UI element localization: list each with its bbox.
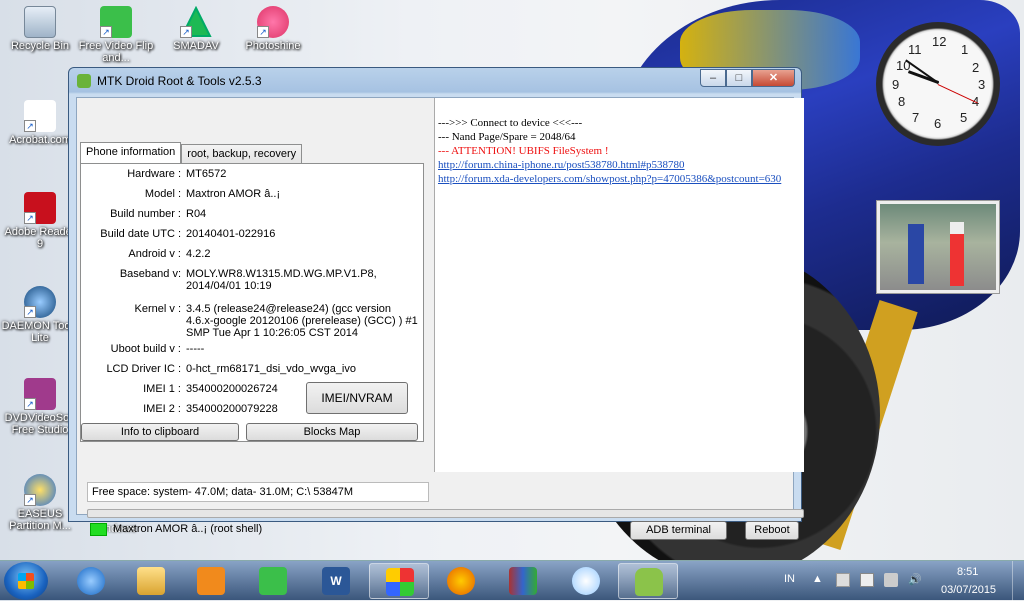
progress-bar xyxy=(87,509,804,518)
taskbar-paint[interactable] xyxy=(556,563,616,599)
imei-nvram-button[interactable]: IMEI/NVRAM xyxy=(306,382,408,414)
taskbar: W IN ▲ 🔊 8:51 03/07/2015 xyxy=(0,560,1024,601)
system-tray: IN ▲ 🔊 8:51 03/07/2015 xyxy=(780,561,1024,601)
volume-icon[interactable]: 🔊 xyxy=(908,573,922,587)
baseband-value: MOLY.WR8.W1315.MD.WG.MP.V1.P8, 2014/04/0… xyxy=(186,268,377,292)
model-value: Maxtron AMOR â..¡ xyxy=(186,188,281,200)
winrar-icon xyxy=(509,567,537,595)
word-icon: W xyxy=(322,567,350,595)
tab-root-backup-recovery[interactable]: root, backup, recovery xyxy=(181,144,303,165)
taskbar-firefox[interactable] xyxy=(431,563,491,599)
log-output[interactable]: --->>> Connect to device <<<--- --- Nand… xyxy=(434,98,804,472)
battery-icon[interactable] xyxy=(860,573,874,587)
photoshine-icon: ↗ xyxy=(257,6,289,38)
android-value: 4.2.2 xyxy=(186,248,211,260)
daemon-tools-icon: ↗ xyxy=(24,286,56,318)
language-indicator[interactable]: IN xyxy=(784,573,795,585)
android-icon xyxy=(77,74,91,88)
kernel-value: 3.4.5 (release24@release24) (gcc version… xyxy=(186,303,418,339)
internet-explorer-icon xyxy=(77,567,105,595)
taskbar-smadav[interactable] xyxy=(369,563,429,599)
connection-status-indicator xyxy=(90,523,107,536)
uboot-value: ----- xyxy=(186,343,205,355)
chevron-up-icon[interactable]: ▲ xyxy=(812,573,826,587)
clock-gadget[interactable]: 12 1 2 3 4 5 6 7 8 9 10 11 xyxy=(876,22,1000,146)
log-link[interactable]: http://forum.china-iphone.ru/post538780.… xyxy=(438,158,801,172)
log-warning: --- ATTENTION! UBIFS FileSystem ! xyxy=(438,145,609,157)
log-line: --->>> Connect to device <<<--- xyxy=(438,117,583,129)
dvdvideosoft-icon: ↗ xyxy=(24,378,56,410)
taskbar-mtk-droid[interactable] xyxy=(618,563,678,599)
build-date-value: 20140401-022916 xyxy=(186,228,276,240)
minimize-button[interactable]: – xyxy=(700,69,726,87)
adobe-reader-icon: ↗ xyxy=(24,192,56,224)
smadav-icon xyxy=(386,568,414,596)
taskbar-winrar[interactable] xyxy=(493,563,553,599)
media-player-icon xyxy=(197,567,225,595)
lcd-driver-value: 0-hct_rm68171_dsi_vdo_wvga_ivo xyxy=(186,363,356,375)
phone-info-panel: Hardware : MT6572 Model : Maxtron AMOR â… xyxy=(80,163,424,442)
desktop-icon-free-video-flip[interactable]: ↗ Free Video Flip and... xyxy=(76,6,156,64)
free-space-field: Free space: system- 47.0M; data- 31.0M; … xyxy=(87,482,429,502)
log-link[interactable]: http://forum.xda-developers.com/showpost… xyxy=(438,172,801,186)
desktop-icon-recycle-bin[interactable]: Recycle Bin xyxy=(0,6,80,52)
desktop-icon-smadav[interactable]: ↗ SMADAV xyxy=(156,5,236,52)
acrobat-com-icon: ↗ xyxy=(24,100,56,132)
mtk-droid-window: MTK Droid Root & Tools v2.5.3 – □ ✕ Phon… xyxy=(68,67,804,540)
adb-terminal-button[interactable]: ADB terminal xyxy=(630,521,727,540)
smadav-icon: ↗ xyxy=(180,5,212,38)
window-title: MTK Droid Root & Tools v2.5.3 xyxy=(97,74,262,88)
paint-icon xyxy=(572,567,600,595)
show-desktop-button[interactable] xyxy=(1012,561,1024,601)
status-bar: Maxtron AMOR â..¡ (root shell) ADB termi… xyxy=(87,519,804,543)
network-icon[interactable] xyxy=(884,573,898,587)
log-line: --- Nand Page/Spare = 2048/64 xyxy=(438,131,576,143)
folder-icon xyxy=(137,567,165,595)
device-status-text: Maxtron AMOR â..¡ (root shell) xyxy=(113,523,263,535)
clock-date[interactable]: 03/07/2015 xyxy=(941,584,996,596)
start-button[interactable] xyxy=(4,562,48,600)
taskbar-internet-explorer[interactable] xyxy=(61,563,121,599)
desktop-icon-photoshine[interactable]: ↗ Photoshine xyxy=(233,6,313,52)
recycle-bin-icon xyxy=(24,6,56,38)
close-button[interactable]: ✕ xyxy=(752,69,795,87)
tab-phone-information[interactable]: Phone information xyxy=(80,142,182,163)
window-client: Phone information root, backup, recovery… xyxy=(76,97,804,540)
clock-time[interactable]: 8:51 xyxy=(957,566,978,578)
taskbar-windows-explorer[interactable] xyxy=(121,563,181,599)
android-icon xyxy=(635,568,663,596)
easeus-icon: ↗ xyxy=(24,474,56,506)
taskbar-word[interactable]: W xyxy=(306,563,366,599)
slideshow-gadget[interactable] xyxy=(876,200,1000,294)
maximize-button[interactable]: □ xyxy=(726,69,752,87)
slideshow-photo xyxy=(880,204,996,290)
taskbar-media-player[interactable] xyxy=(181,563,241,599)
taskbar-free-video-flip[interactable] xyxy=(243,563,303,599)
blocks-map-button[interactable]: Blocks Map xyxy=(246,423,418,441)
build-number-value: R04 xyxy=(186,208,207,220)
hardware-value: MT6572 xyxy=(186,168,227,180)
free-video-flip-icon: ↗ xyxy=(100,6,132,38)
firefox-icon xyxy=(447,567,475,595)
title-bar[interactable]: MTK Droid Root & Tools v2.5.3 xyxy=(69,68,801,94)
action-center-icon[interactable] xyxy=(836,573,850,587)
windows-logo-icon xyxy=(18,573,34,589)
tab-strip: Phone information root, backup, recovery xyxy=(80,142,303,165)
reboot-button[interactable]: Reboot xyxy=(745,521,799,540)
free-video-flip-icon xyxy=(259,567,287,595)
info-to-clipboard-button[interactable]: Info to clipboard xyxy=(81,423,239,441)
